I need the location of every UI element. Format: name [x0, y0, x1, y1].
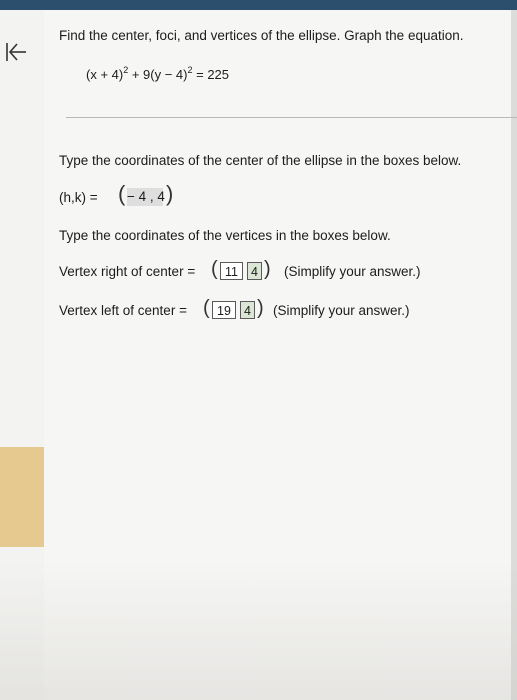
question-prompt: Find the center, foci, and vertices of t…	[59, 28, 464, 43]
vertex-right-label: Vertex right of center =	[59, 264, 196, 279]
equation-part-1: (x + 4)	[86, 67, 124, 82]
center-value[interactable]: − 4 , 4	[127, 188, 165, 206]
vertex-left-y-input[interactable]: 4	[240, 301, 255, 319]
right-edge	[511, 10, 517, 700]
vertex-left-x-input[interactable]: 19	[212, 301, 236, 319]
vertices-instruction: Type the coordinates of the vertices in …	[59, 228, 391, 243]
top-bar	[0, 0, 517, 10]
section-divider	[66, 117, 517, 118]
vertex-left-label: Vertex left of center =	[59, 303, 187, 318]
vertex-left-close-paren: )	[257, 297, 264, 319]
vertex-right-close-paren: )	[264, 258, 271, 280]
vertex-right-x-input[interactable]: 11	[220, 262, 243, 280]
equation-part-3: = 225	[192, 67, 230, 82]
vertex-right-y-input[interactable]: 4	[247, 262, 262, 280]
equation-exponent-1: 2	[123, 65, 129, 75]
center-open-paren: (	[118, 181, 126, 206]
equation-part-2: + 9(y − 4)	[128, 67, 188, 82]
center-label: (h,k) =	[59, 190, 98, 205]
back-to-start-icon[interactable]	[4, 40, 28, 64]
question-panel	[44, 10, 517, 700]
center-close-paren: )	[166, 181, 174, 206]
rail-accent	[0, 447, 44, 547]
vertex-right-open-paren: (	[211, 258, 218, 280]
vertex-right-hint: (Simplify your answer.)	[284, 264, 421, 279]
left-rail	[0, 10, 44, 700]
equation-exponent-2: 2	[187, 65, 193, 75]
center-instruction: Type the coordinates of the center of th…	[59, 153, 462, 168]
vertex-right-answer: ( 11 4 )	[211, 258, 273, 283]
center-answer[interactable]: ( − 4 , 4 )	[118, 181, 174, 209]
vertex-left-answer: ( 19 4 )	[203, 297, 265, 322]
vertex-left-hint: (Simplify your answer.)	[273, 303, 410, 318]
vertex-left-open-paren: (	[203, 297, 210, 319]
ellipse-equation: (x + 4)2 + 9(y − 4)2 = 225	[86, 65, 230, 82]
